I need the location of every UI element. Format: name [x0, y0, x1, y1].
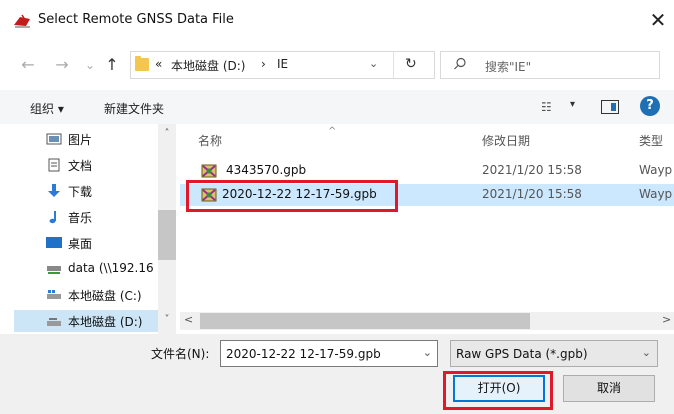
sidebar-item-drive-d[interactable]: 本地磁盘 (D:) — [14, 310, 160, 332]
breadcrumb-drive-d[interactable]: 本地磁盘 (D:) — [171, 57, 245, 74]
filename-value: 2020-12-22 12-17-59.gpb — [226, 347, 381, 361]
preview-pane-icon[interactable] — [601, 100, 619, 114]
gpb-file-icon — [201, 164, 217, 178]
search-icon — [454, 57, 466, 70]
address-divider — [393, 52, 394, 78]
file-list: 名称 ^ 修改日期 类型 4343570.gpb 2021/1/20 15:58… — [180, 124, 674, 334]
file-type: Wayp — [639, 163, 673, 177]
filename-field[interactable]: 2020-12-22 12-17-59.gpb ⌄ — [220, 340, 438, 367]
filetype-select[interactable]: Raw GPS Data (*.gpb) ⌄ — [450, 340, 658, 367]
drive-icon — [47, 318, 61, 326]
close-icon[interactable]: ✕ — [646, 8, 670, 32]
filename-label: 文件名(N): — [151, 347, 210, 361]
address-bar[interactable]: « 本地磁盘 (D:) › IE ⌄ ↻ — [130, 51, 435, 79]
column-header-name-label: 名称 — [198, 134, 223, 148]
file-row[interactable]: 4343570.gpb 2021/1/20 15:58 Wayp — [180, 160, 674, 182]
column-header-type[interactable]: 类型 — [639, 132, 663, 149]
sidebar-item-pictures[interactable]: 图片 — [14, 128, 164, 150]
recent-locations-icon[interactable]: ⌄ — [80, 54, 100, 76]
music-icon — [49, 211, 56, 224]
drive-icon — [47, 290, 61, 299]
column-header-date[interactable]: 修改日期 — [482, 132, 530, 149]
sidebar-item-label: 图片 — [68, 133, 93, 147]
sidebar-item-label: 音乐 — [68, 211, 93, 225]
sidebar-item-label: 桌面 — [68, 237, 93, 251]
sidebar-item-label: 本地磁盘 (D:) — [68, 315, 143, 329]
forward-icon[interactable]: → — [52, 54, 72, 76]
view-options-icon[interactable]: ☷ — [541, 100, 552, 114]
navigation-pane: 图片 文档 下载 音乐 桌面 data (\\192.16 本地磁盘 (C:) … — [0, 124, 178, 334]
address-dropdown-icon[interactable]: ⌄ — [369, 57, 378, 70]
sidebar-item-desktop[interactable]: 桌面 — [14, 232, 164, 254]
navigation-bar: ← → ⌄ ↑ « 本地磁盘 (D:) › IE ⌄ ↻ 搜索"IE" — [0, 40, 674, 90]
file-type: Wayp — [639, 187, 673, 201]
network-drive-icon — [47, 266, 61, 274]
help-icon[interactable]: ? — [640, 96, 660, 116]
filetype-value: Raw GPS Data (*.gpb) — [456, 347, 588, 361]
pictures-icon — [46, 133, 62, 145]
scroll-right-icon[interactable]: > — [662, 313, 671, 326]
file-date: 2021/1/20 15:58 — [482, 163, 582, 177]
sort-ascending-icon: ^ — [328, 126, 337, 137]
highlight-box-open — [443, 371, 553, 410]
cancel-button[interactable]: 取消 — [563, 375, 655, 402]
desktop-icon — [46, 237, 62, 248]
folder-icon — [135, 56, 149, 71]
new-folder-button[interactable]: 新建文件夹 — [104, 100, 164, 117]
breadcrumb-folder-ie[interactable]: IE — [277, 57, 288, 71]
up-folder-icon[interactable]: ↑ — [102, 54, 122, 76]
title-bar: Select Remote GNSS Data File ✕ — [0, 0, 674, 40]
documents-icon — [48, 158, 60, 172]
sidebar-item-drive-c[interactable]: 本地磁盘 (C:) — [14, 284, 164, 306]
horizontal-scroll-thumb[interactable] — [200, 313, 530, 329]
breadcrumb-overflow[interactable]: « — [155, 57, 162, 71]
sidebar-item-label: 本地磁盘 (C:) — [68, 289, 142, 303]
chevron-down-icon[interactable]: ⌄ — [423, 346, 432, 359]
view-dropdown-icon[interactable]: ▾ — [570, 99, 575, 110]
column-header-name[interactable]: 名称 ^ — [198, 126, 336, 149]
search-placeholder: 搜索"IE" — [485, 60, 532, 74]
sidebar-item-label: 下载 — [68, 185, 93, 199]
search-input[interactable]: 搜索"IE" — [440, 51, 660, 79]
downloads-icon — [48, 184, 60, 197]
breadcrumb-separator: › — [261, 57, 266, 71]
scroll-down-icon[interactable]: ˅ — [158, 314, 176, 325]
command-bar: 组织 ▾ 新建文件夹 ☷ ▾ ? — [0, 90, 674, 124]
sidebar-scroll-thumb[interactable] — [158, 210, 176, 260]
organize-menu[interactable]: 组织 ▾ — [30, 100, 64, 117]
highlight-box-file — [186, 180, 398, 212]
back-icon[interactable]: ← — [18, 54, 38, 76]
sidebar-item-label: data (\\192.16 — [68, 261, 154, 275]
sidebar-item-documents[interactable]: 文档 — [14, 154, 164, 176]
sidebar-item-network-data[interactable]: data (\\192.16 — [14, 258, 164, 280]
sidebar-item-downloads[interactable]: 下载 — [14, 180, 164, 202]
sidebar-item-music[interactable]: 音乐 — [14, 206, 164, 228]
window-title: Select Remote GNSS Data File — [38, 12, 234, 27]
sidebar-item-label: 文档 — [68, 159, 93, 173]
scroll-left-icon[interactable]: < — [184, 313, 193, 326]
chevron-down-icon[interactable]: ⌄ — [642, 346, 651, 359]
refresh-icon[interactable]: ↻ — [405, 56, 417, 72]
file-date: 2021/1/20 15:58 — [482, 187, 582, 201]
file-name: 4343570.gpb — [226, 163, 307, 177]
app-logo-icon — [14, 14, 30, 28]
scroll-up-icon[interactable]: ˄ — [158, 128, 176, 139]
